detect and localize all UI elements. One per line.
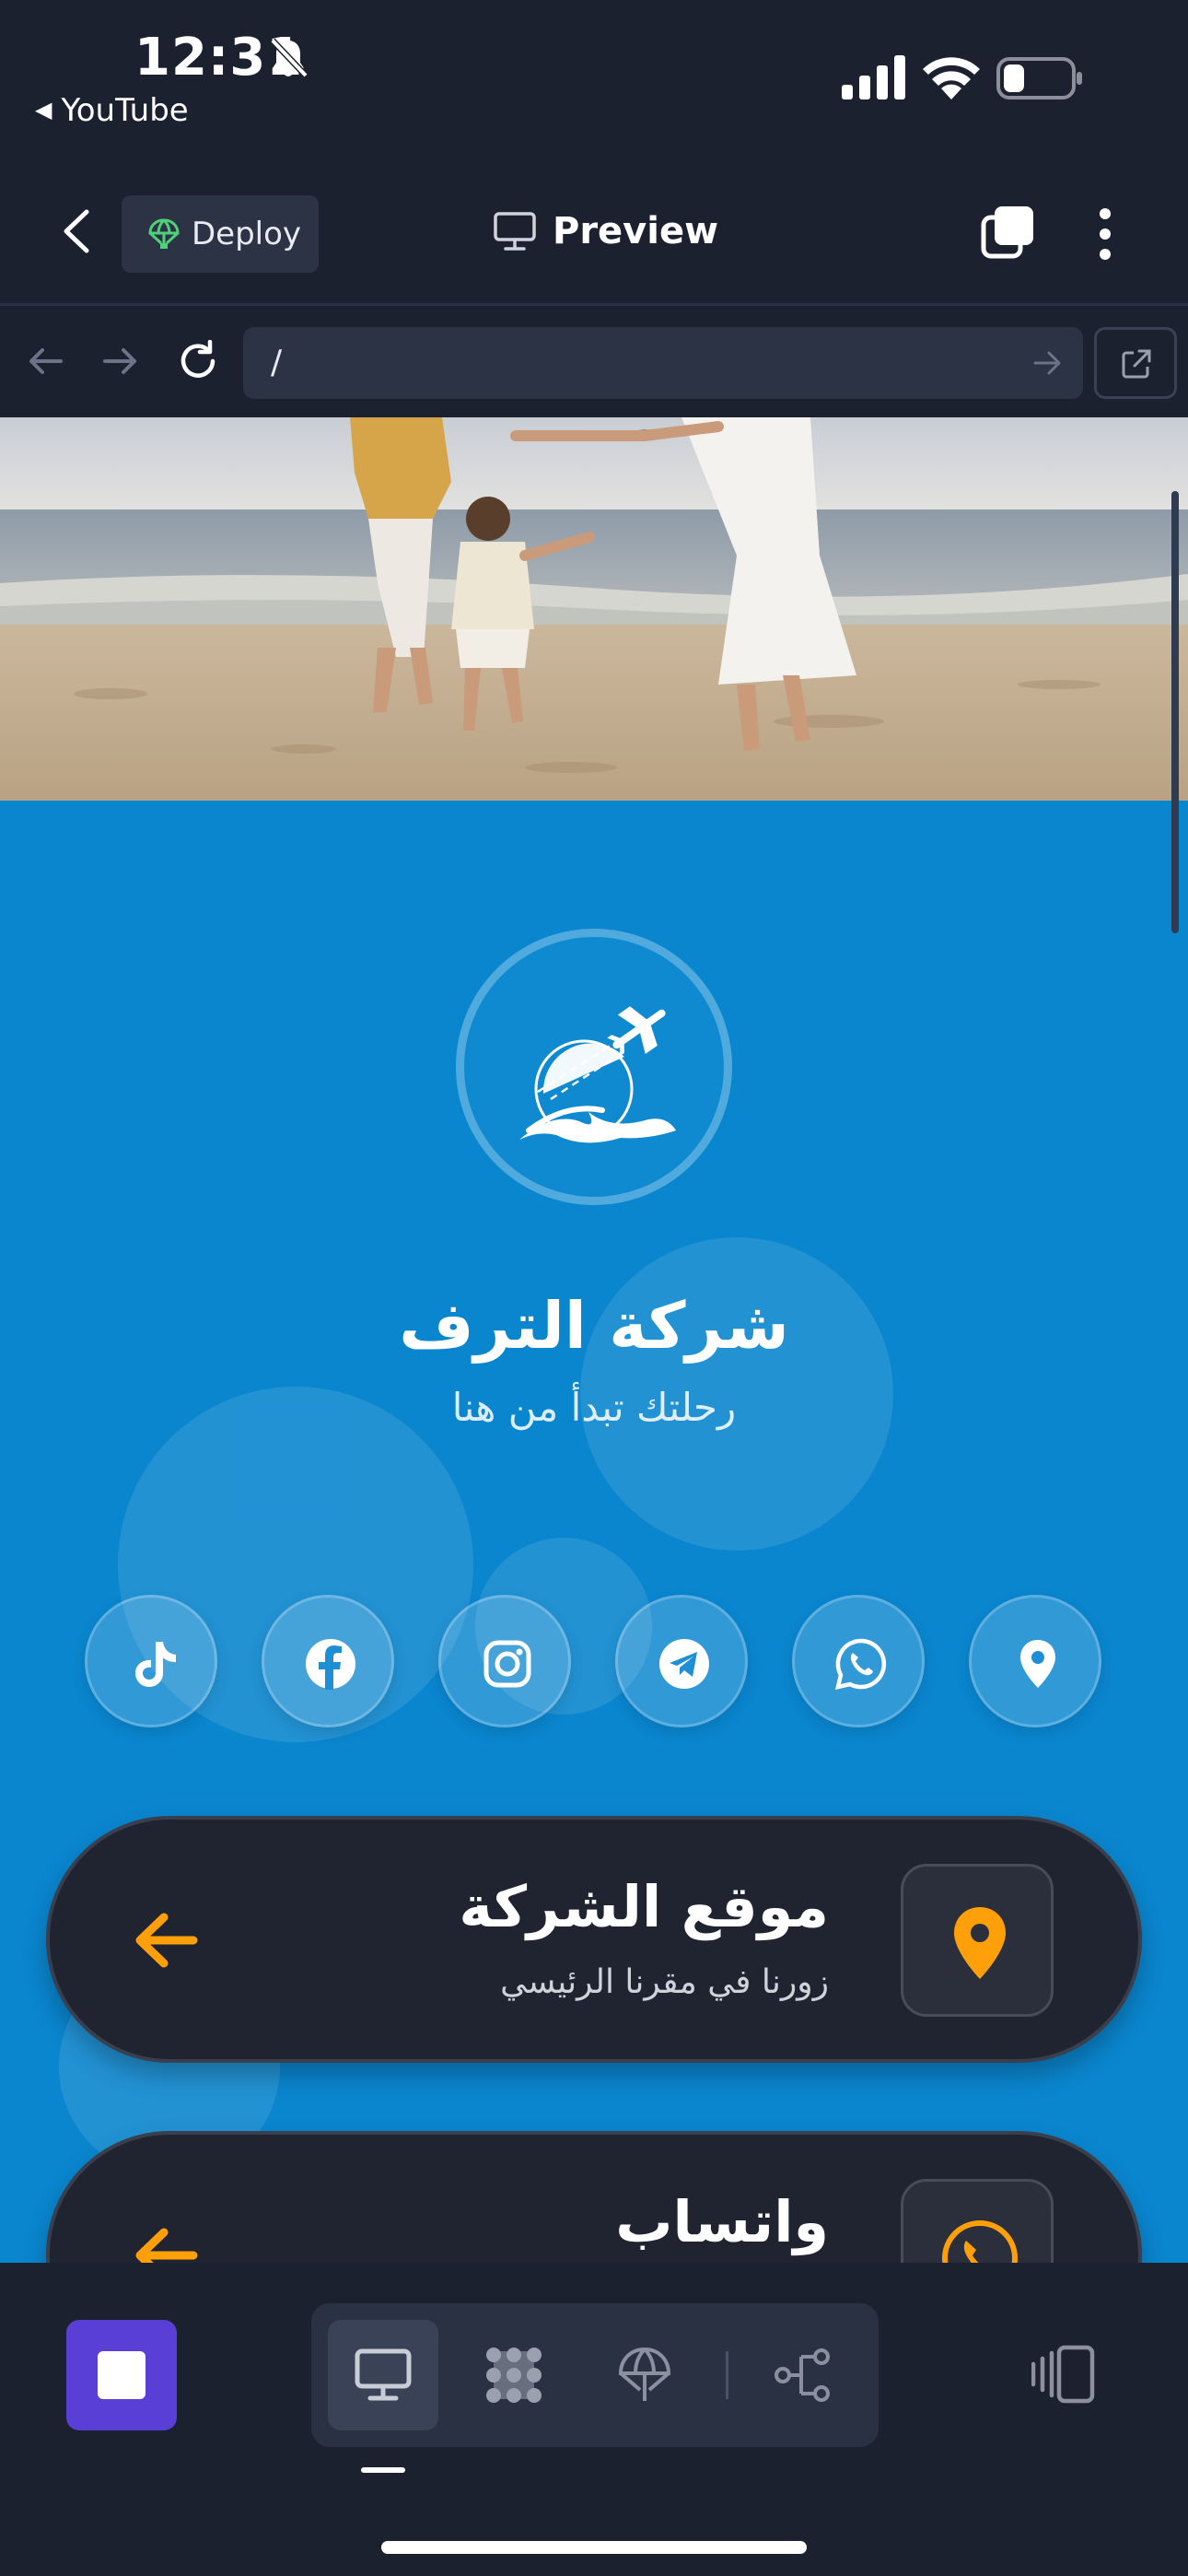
telegram-button[interactable] [615,1595,748,1727]
location-button[interactable] [969,1595,1101,1727]
whatsapp-card[interactable]: واتساب [46,2131,1142,2263]
status-bar: 12:31 ◀ YouTube [0,0,1188,157]
preview-title: Preview [494,210,718,252]
location-pin-icon [954,1907,1006,1979]
external-link-icon [1122,349,1151,379]
bell-muted-icon [270,38,309,78]
app-header: Deploy Preview [0,157,1188,306]
cellular-signal-icon [842,55,905,100]
stop-square-icon [98,2351,146,2399]
preview-tab[interactable] [328,2320,438,2430]
instagram-button[interactable] [438,1595,571,1727]
app-grid-icon [486,2348,542,2403]
home-indicator[interactable] [381,2541,807,2554]
back-to-app-link[interactable]: ◀ YouTube [35,92,189,129]
company-name: شركة الترف [399,1288,789,1364]
battery-icon [996,57,1082,100]
nav-back-arrow-icon[interactable] [24,340,66,382]
company-logo [456,929,732,1205]
deploy-label: Deploy [192,216,302,252]
device-layout-icon[interactable] [1031,2344,1096,2405]
segment-divider [726,2351,728,2399]
open-external-button[interactable] [1094,327,1177,399]
monitor-icon [355,2348,412,2401]
back-chevron-icon[interactable] [55,208,96,254]
apps-tab[interactable] [459,2320,569,2430]
whatsapp-icon [834,1638,887,1691]
go-arrow-icon[interactable] [1033,349,1063,377]
deploy-tab[interactable] [589,2320,700,2430]
company-tagline: رحلتك تبدأ من هنا [451,1385,737,1430]
phone-icon [942,2220,1018,2263]
stop-button[interactable] [66,2320,177,2430]
monitor-icon [494,212,536,251]
deploy-balloon-icon [618,2347,671,2401]
nav-forward-arrow-icon[interactable] [99,340,142,382]
plane-wave-logo-icon [519,1006,676,1143]
view-switcher [311,2303,879,2447]
card-title: موقع الشركة [459,1873,829,1940]
bottom-toolbar [0,2263,1188,2576]
url-input[interactable]: / [243,327,1083,399]
card-subtitle: زورنا في مقرنا الرئيسي [500,1963,829,2001]
url-path: / [271,344,283,381]
card-icon-box [901,2179,1054,2263]
facebook-button[interactable] [262,1595,394,1727]
location-pin-icon [1020,1640,1055,1688]
facebook-icon [306,1639,355,1690]
back-app-label: YouTube [61,92,189,129]
location-card[interactable]: موقع الشركة زورنا في مقرنا الرئيسي [46,1816,1142,2063]
hero-image [0,417,1188,801]
active-tab-indicator [361,2467,405,2473]
more-options-icon[interactable] [1096,206,1114,262]
telegram-icon [659,1639,709,1689]
wifi-icon [923,57,980,100]
tiktok-button[interactable] [85,1595,217,1727]
web-page-preview: شركة الترف رحلتك تبدأ من هنا موقع الشركة… [0,417,1188,2263]
deploy-button[interactable]: Deploy [122,195,319,273]
whatsapp-button[interactable] [792,1595,925,1727]
page-scrollbar[interactable] [1171,491,1179,933]
deploy-balloon-icon [148,218,180,249]
workflow-tab[interactable] [748,2320,858,2430]
browser-url-bar: / [0,309,1188,417]
preview-label: Preview [553,210,719,252]
reload-icon[interactable] [177,340,219,382]
tabs-icon[interactable] [980,205,1035,260]
instagram-icon [483,1640,531,1688]
card-title: واتساب [615,2188,829,2255]
workflow-nodes-icon [775,2348,830,2402]
arrow-left-icon [135,2228,198,2263]
arrow-left-icon [135,1913,198,1968]
tiktok-icon [135,1642,176,1687]
card-icon-box [901,1864,1054,2017]
